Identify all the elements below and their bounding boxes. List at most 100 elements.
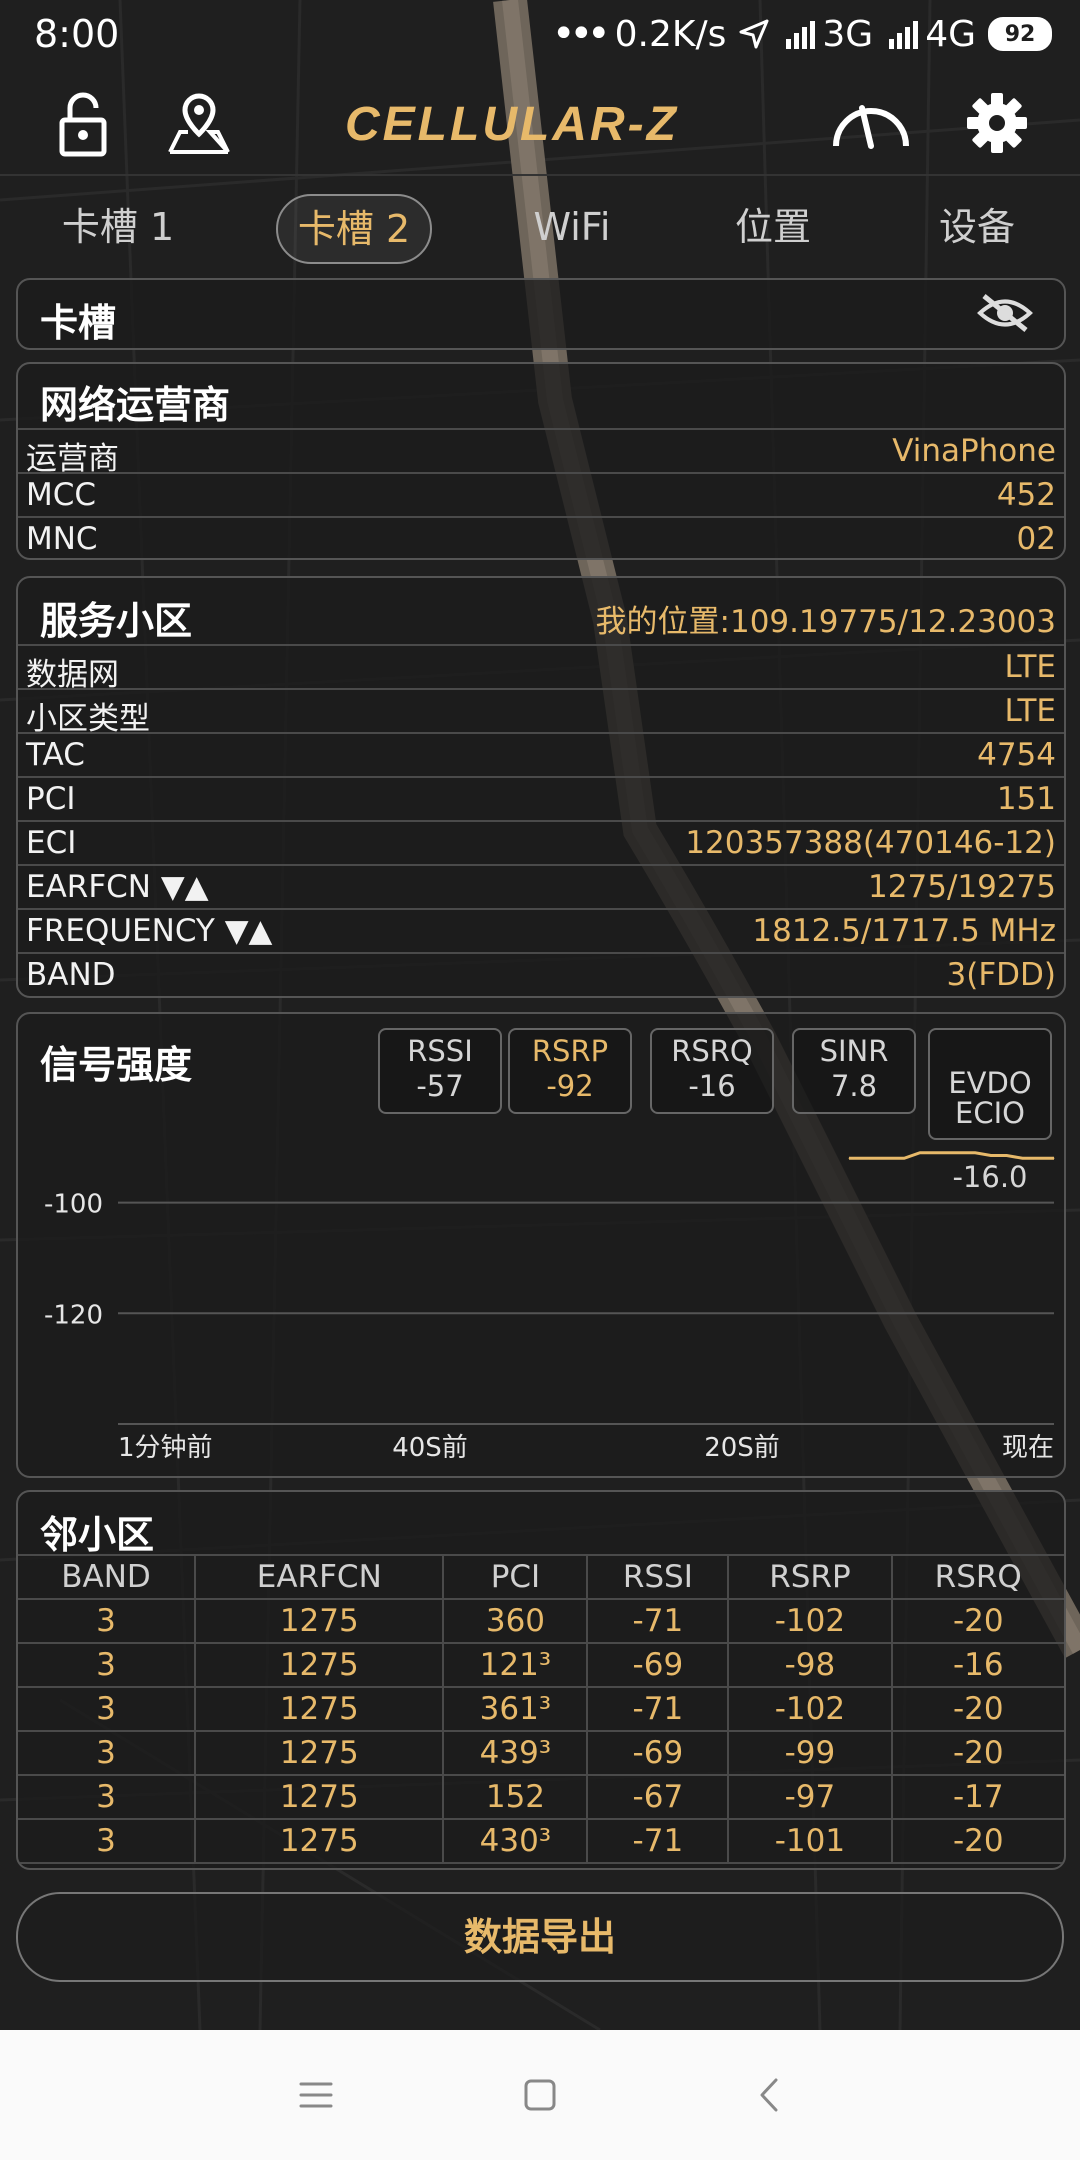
mnc-row: MNC 02 xyxy=(18,516,1064,558)
sim-slot-card: 卡槽 xyxy=(16,278,1066,350)
sim-slot-title: 卡槽 xyxy=(40,301,117,345)
table-cell: 3 xyxy=(18,1818,197,1864)
table-cell: -20 xyxy=(890,1686,1064,1732)
gear-icon[interactable] xyxy=(962,88,1032,158)
table-row: 3 1275 360 -71 -102 -20 xyxy=(18,1598,1064,1644)
table-cell: 152 xyxy=(442,1774,589,1820)
table-cell: -20 xyxy=(890,1730,1064,1776)
column-header: RSRP xyxy=(727,1554,893,1600)
table-cell: 3 xyxy=(18,1730,197,1776)
location-arrow-icon xyxy=(739,19,769,49)
battery-icon: 92 xyxy=(988,17,1052,51)
table-row: 3 1275 121³ -69 -98 -16 xyxy=(18,1642,1064,1688)
battery-level: 92 xyxy=(1004,21,1036,47)
row-value: VinaPhone xyxy=(892,433,1056,469)
table-cell: -71 xyxy=(586,1598,730,1644)
column-header: PCI xyxy=(442,1554,589,1600)
table-cell: 3 xyxy=(18,1642,197,1688)
table-cell: -71 xyxy=(586,1686,730,1732)
network-3g: 3G xyxy=(822,13,874,55)
data-point xyxy=(919,1152,921,1154)
neighbor-title: 邻小区 xyxy=(40,1513,155,1557)
table-row: 3 1275 439³ -69 -99 -20 xyxy=(18,1730,1064,1776)
data-point xyxy=(848,1157,850,1159)
serving-row: 数据网 LTE xyxy=(18,644,1064,693)
serving-row: ECI 120357388(470146-12) xyxy=(18,820,1064,866)
serving-row: TAC 4754 xyxy=(18,732,1064,778)
serving-row: BAND 3(FDD) xyxy=(18,952,1064,996)
table-cell: -20 xyxy=(890,1818,1064,1864)
serving-cell-card: 服务小区 我的位置:109.19775/12.23003 数据网 LTE 小区类… xyxy=(16,576,1066,998)
row-label: EARFCN ▼▲ xyxy=(26,869,209,905)
data-point xyxy=(903,1157,905,1159)
row-label: ECI xyxy=(26,825,77,861)
table-cell: -102 xyxy=(727,1598,893,1644)
table-cell: -20 xyxy=(890,1598,1064,1644)
table-cell: -69 xyxy=(586,1642,730,1688)
table-cell: 1275 xyxy=(194,1642,445,1688)
menu-icon[interactable] xyxy=(291,2070,341,2120)
back-chevron-icon[interactable] xyxy=(745,2070,795,2120)
operator-title: 网络运营商 xyxy=(40,383,231,427)
table-cell: 361³ xyxy=(442,1686,589,1732)
rsrp-series-line xyxy=(849,1151,1054,1160)
column-header: EARFCN xyxy=(194,1554,445,1600)
lock-icon[interactable] xyxy=(48,88,118,158)
table-cell: -98 xyxy=(727,1642,893,1688)
table-cell: -102 xyxy=(727,1686,893,1732)
table-cell: -71 xyxy=(586,1818,730,1864)
column-header: RSRQ xyxy=(890,1554,1064,1600)
signal-chart: -100 -120 1分钟前 40S前 20S前 现在 xyxy=(44,1151,1055,1463)
home-square-icon[interactable] xyxy=(515,2070,565,2120)
y-tick-label: -100 xyxy=(44,1190,103,1220)
table-header-row: BAND EARFCN PCI RSSI RSRP RSRQ xyxy=(18,1554,1064,1600)
tab-sim2[interactable]: 卡槽 2 xyxy=(276,194,432,264)
network-4g: 4G xyxy=(925,13,976,55)
signal-icon-2 xyxy=(885,19,921,49)
my-location: 我的位置:109.19775/12.23003 xyxy=(595,604,1056,640)
tab-device[interactable]: 设备 xyxy=(922,194,1032,260)
export-data-button[interactable]: 数据导出 xyxy=(16,1892,1064,1982)
status-indicators: ••• 0.2K/s 3G 4G 92 xyxy=(552,11,1052,57)
row-label: BAND xyxy=(26,957,116,993)
y-tick-label: -120 xyxy=(44,1300,103,1330)
table-cell: -17 xyxy=(890,1774,1064,1820)
table-cell: -67 xyxy=(586,1774,730,1820)
serving-row: PCI 151 xyxy=(18,776,1064,822)
table-cell: 430³ xyxy=(442,1818,589,1864)
x-tick-label: 1分钟前 xyxy=(118,1433,213,1463)
map-pin-icon[interactable] xyxy=(164,88,234,158)
table-cell: 439³ xyxy=(442,1730,589,1776)
row-value: LTE xyxy=(1004,693,1056,729)
table-row: 3 1275 361³ -71 -102 -20 xyxy=(18,1686,1064,1732)
operator-card: 网络运营商 运营商 VinaPhone MCC 452 MNC 02 xyxy=(16,362,1066,560)
row-value: 151 xyxy=(996,781,1056,817)
frequency-row[interactable]: FREQUENCY ▼▲ 1812.5/1717.5 MHz xyxy=(18,908,1064,954)
row-label: PCI xyxy=(26,781,76,817)
speedometer-icon[interactable] xyxy=(826,88,916,158)
row-label: MNC xyxy=(26,521,98,557)
tab-bar: 卡槽 1 卡槽 2 WiFi 位置 设备 xyxy=(0,180,1080,276)
eye-off-icon[interactable] xyxy=(976,290,1034,336)
data-point xyxy=(943,1152,945,1154)
data-point xyxy=(990,1155,992,1157)
row-label: FREQUENCY ▼▲ xyxy=(26,913,273,949)
row-label: MCC xyxy=(26,477,97,513)
tab-sim1[interactable]: 卡槽 1 xyxy=(48,194,188,260)
table-cell: 1275 xyxy=(194,1730,445,1776)
earfcn-row[interactable]: EARFCN ▼▲ 1275/19275 xyxy=(18,864,1064,910)
table-cell: 3 xyxy=(18,1774,197,1820)
x-tick-label: 现在 xyxy=(1002,1433,1054,1463)
data-point xyxy=(1006,1155,1008,1157)
row-value: LTE xyxy=(1004,649,1056,685)
tab-wifi[interactable]: WiFi xyxy=(512,194,632,260)
network-speed: 0.2K/s xyxy=(614,13,727,55)
data-point xyxy=(974,1152,976,1154)
table-cell: 1275 xyxy=(194,1774,445,1820)
table-cell: 1275 xyxy=(194,1686,445,1732)
x-tick-label: 40S前 xyxy=(392,1433,468,1463)
table-cell: -69 xyxy=(586,1730,730,1776)
row-value: 4754 xyxy=(977,737,1056,773)
system-nav-bar xyxy=(0,2030,1080,2160)
tab-location[interactable]: 位置 xyxy=(718,194,828,260)
